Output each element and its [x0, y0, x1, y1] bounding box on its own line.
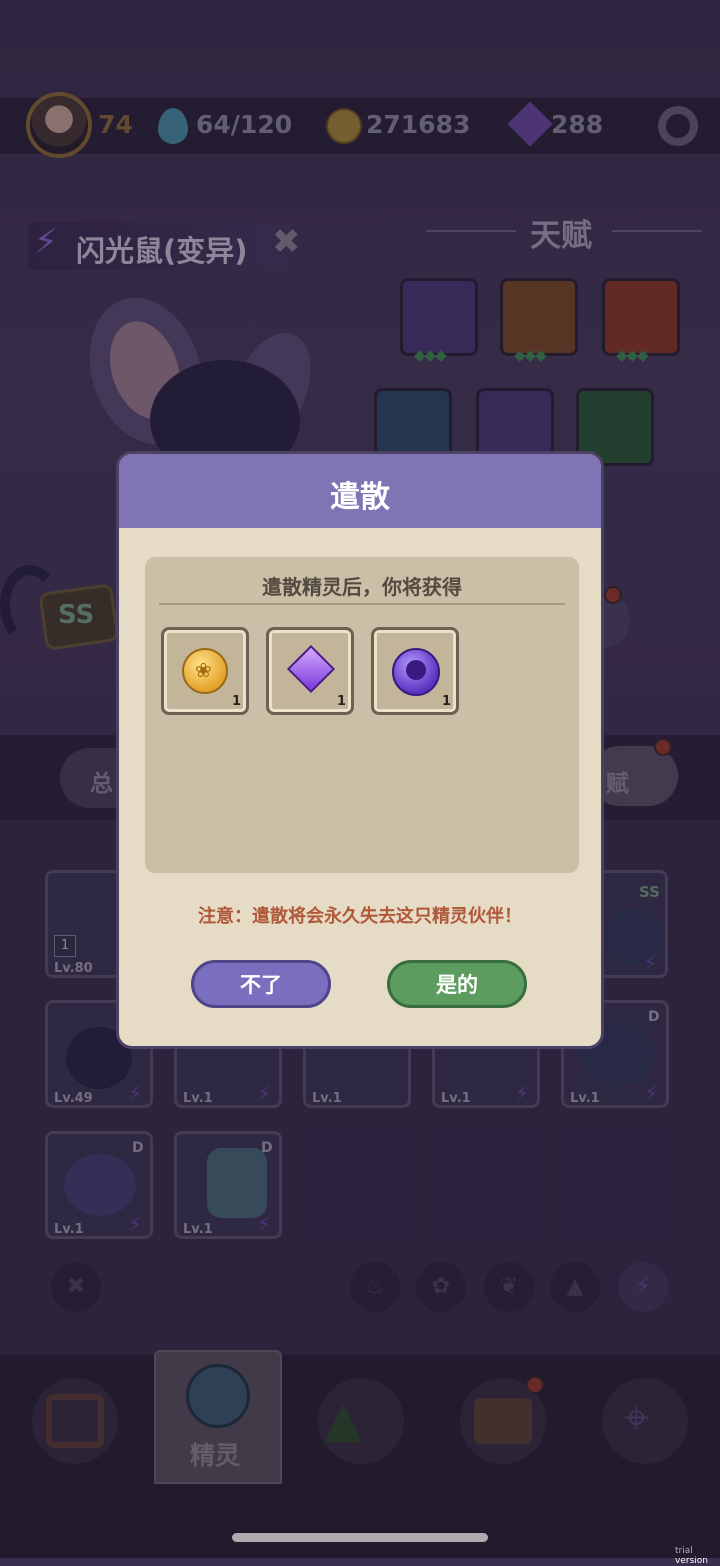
confirm-button[interactable]: 是的	[387, 960, 527, 1008]
mouse-silhouette-icon	[406, 660, 426, 680]
gem-icon	[286, 644, 336, 694]
reward-qty: 1	[442, 694, 452, 709]
reward-slot-orb[interactable]: 1	[371, 627, 459, 715]
release-dialog: 遣散 遣散精灵后，你将获得 ❀ 1 1 1 注意：遣散将会永久失去这只精灵伙伴！…	[116, 451, 604, 1049]
coin-icon: ❀	[182, 648, 228, 694]
reward-qty: 1	[337, 694, 347, 709]
dialog-title: 遣散	[330, 480, 390, 515]
warning-text: 注意：遣散将会永久失去这只精灵伙伴！	[198, 906, 522, 927]
spirit-orb-icon	[392, 648, 440, 696]
reward-slot-gem[interactable]: 1	[266, 627, 354, 715]
reward-slot-coin[interactable]: ❀ 1	[161, 627, 249, 715]
paw-icon: ❀	[195, 658, 212, 682]
caption-divider	[159, 603, 565, 605]
reward-caption: 遣散精灵后，你将获得	[262, 575, 462, 599]
reward-panel: 遣散精灵后，你将获得 ❀ 1 1 1	[145, 557, 579, 873]
reward-qty: 1	[232, 694, 242, 709]
cancel-button[interactable]: 不了	[191, 960, 331, 1008]
